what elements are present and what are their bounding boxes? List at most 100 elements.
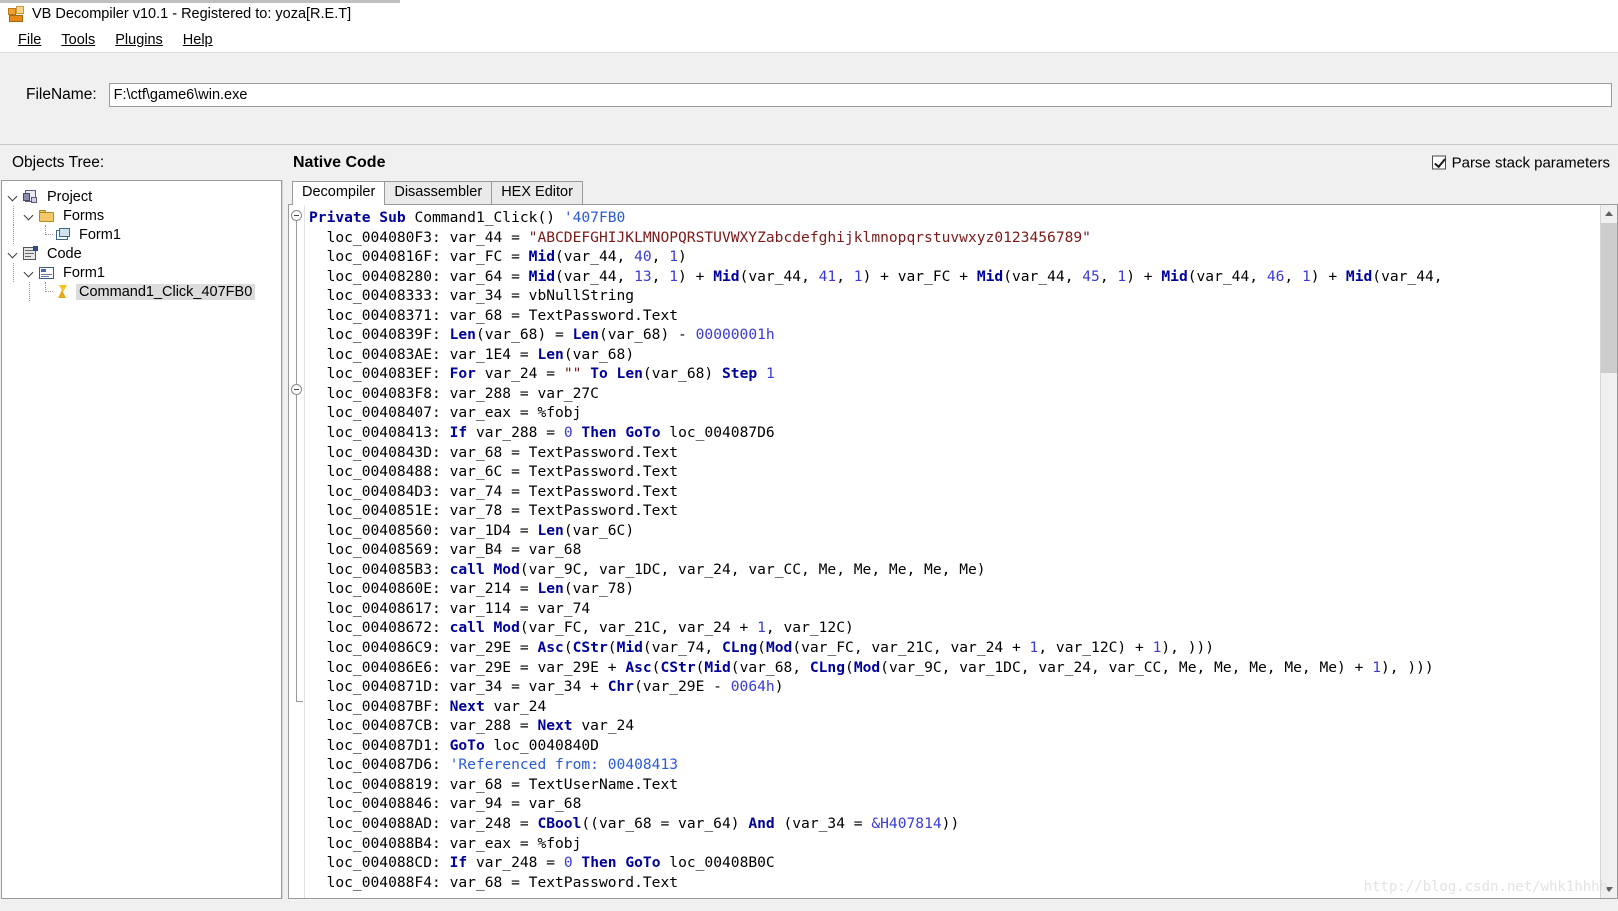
chevron-down-icon[interactable] [22, 206, 38, 225]
code-token: loc_00408371: var_68 = TextPassword.Text [309, 306, 679, 324]
tab-hex-editor[interactable]: HEX Editor [491, 181, 583, 204]
code-token: (var_FC, var_21C, var_24 + [519, 619, 758, 637]
menu-item-plugins[interactable]: Plugins [105, 31, 173, 49]
code-token: 0 [563, 854, 573, 872]
chevron-down-icon[interactable] [6, 244, 22, 263]
tree-node-form1-code[interactable]: Form1 [2, 263, 281, 282]
code-line: loc_00408846: var_94 = var_68 [309, 794, 1617, 814]
code-token: 00000001h [695, 326, 775, 344]
objects-tree-panel[interactable]: Project Forms Form1 Code Form1 Command1_… [1, 180, 282, 899]
code-token: call Mod [449, 560, 520, 578]
code-token: loc_00408280: var_64 = [309, 267, 529, 285]
code-token: Len [537, 345, 564, 363]
menu-item-help[interactable]: Help [173, 31, 223, 49]
parse-stack-parameters-checkbox[interactable]: Parse stack parameters [1431, 154, 1610, 171]
filename-input[interactable]: F:\ctf\game6\win.exe [108, 83, 1612, 107]
code-token: Asc [537, 639, 564, 657]
code-line: loc_0040816F: var_FC = Mid(var_44, 40, 1… [309, 247, 1617, 267]
tab-disassembler[interactable]: Disassembler [384, 181, 493, 204]
code-line: loc_004083AE: var_1E4 = Len(var_68) [309, 345, 1617, 365]
code-token: Chr [607, 678, 635, 696]
code-token: (var_FC, var_21C, var_24 + [792, 639, 1030, 657]
code-token: If [449, 854, 476, 872]
tab-decompiler[interactable]: Decompiler [292, 181, 386, 205]
objects-tree: Project Forms Form1 Code Form1 Command1_… [2, 181, 281, 301]
chevron-down-icon[interactable] [22, 263, 38, 282]
scrollbar-thumb[interactable] [1601, 223, 1617, 373]
code-line: loc_00408371: var_68 = TextPassword.Text [309, 306, 1617, 326]
code-token: loc_00408846: var_94 = var_68 [309, 795, 582, 813]
tree-node-code[interactable]: Code [2, 244, 281, 263]
code-token: loc_004085B3: [309, 560, 450, 578]
code-line: loc_004085B3: call Mod(var_9C, var_1DC, … [309, 560, 1617, 580]
code-line: loc_0040843D: var_68 = TextPassword.Text [309, 443, 1617, 463]
code-token: Asc [625, 658, 652, 676]
vb-decompiler-icon [8, 5, 25, 23]
code-token: CStr [660, 658, 696, 676]
code-token: 41 [818, 267, 837, 285]
code-line: loc_004083F8: var_288 = var_27C [309, 384, 1617, 404]
panel-splitter[interactable] [282, 180, 287, 899]
code-line: loc_0040871D: var_34 = var_34 + Chr(var_… [309, 677, 1617, 697]
code-token: loc_004088F4: var_68 = TextPassword.Text [309, 873, 679, 891]
code-token: (var_29E - [634, 678, 731, 696]
code-token: Mid [616, 639, 643, 657]
tree-node-project[interactable]: Project [2, 187, 281, 206]
code-token: Next [449, 697, 494, 715]
menu-item-tools[interactable]: Tools [51, 31, 105, 49]
code-view[interactable]: Private Sub Command1_Click() '407FB0 loc… [288, 205, 1618, 899]
file-row: FileName: F:\ctf\game6\win.exe [0, 83, 1618, 107]
code-token: loc_004087D6 [669, 424, 775, 442]
code-token: ), ))) [1161, 639, 1215, 657]
code-token: var_248 = [475, 854, 564, 872]
code-token: (var_9C, var_1DC, var_24, var_CC, Me, Me… [880, 658, 1373, 676]
code-token: 1 [669, 267, 679, 285]
code-token: 'Referenced from: 00408413 [449, 756, 679, 774]
code-token: '407FB0 [563, 209, 626, 226]
code-line: loc_004088AD: var_248 = CBool((var_68 = … [309, 814, 1617, 834]
code-token: (var_44, [1003, 267, 1083, 285]
code-token: loc_00408819: var_68 = TextUserName.Text [309, 775, 679, 793]
code-token: CBool [537, 814, 582, 832]
project-icon [22, 189, 40, 205]
tree-node-form1-design[interactable]: Form1 [2, 225, 281, 244]
tree-node-forms[interactable]: Forms [2, 206, 281, 225]
code-token: ( [563, 639, 573, 657]
code-token: Mid [1161, 267, 1188, 285]
code-token: Mid [976, 267, 1004, 285]
code-line: loc_004087CB: var_288 = Next var_24 [309, 716, 1617, 736]
code-icon [22, 245, 40, 262]
code-line: loc_0040860E: var_214 = Len(var_78) [309, 579, 1617, 599]
code-token: ) + [1126, 267, 1162, 285]
title-bar-top-strip [0, 0, 400, 3]
code-lines[interactable]: Private Sub Command1_Click() '407FB0 loc… [305, 205, 1617, 898]
code-token: ( [757, 639, 766, 657]
app-window: VB Decompiler v10.1 - Registered to: yoz… [0, 0, 1618, 911]
code-token: And [748, 814, 784, 832]
tree-node-command1-click[interactable]: Command1_Click_407FB0 [2, 282, 281, 301]
code-token: 1 [1372, 658, 1381, 676]
code-token: loc_0040871D: var_34 = var_34 + [309, 678, 608, 696]
scroll-down-button[interactable] [1601, 881, 1617, 898]
checkbox-box-icon [1431, 155, 1446, 170]
scroll-up-button[interactable] [1601, 205, 1617, 222]
code-line: loc_00408617: var_114 = var_74 [309, 599, 1617, 619]
bolt-icon [54, 284, 72, 300]
window-title: VB Decompiler v10.1 - Registered to: yoz… [32, 6, 352, 22]
fold-gutter[interactable] [289, 205, 305, 898]
code-token: (var_44, [1372, 267, 1443, 285]
code-line: loc_004088F4: var_68 = TextPassword.Text [309, 873, 1617, 893]
code-line: loc_004086C9: var_29E = Asc(CStr(Mid(var… [309, 638, 1617, 658]
code-line: loc_00408280: var_64 = Mid(var_44, 13, 1… [309, 267, 1617, 287]
code-vertical-scrollbar[interactable] [1600, 205, 1617, 898]
menu-plugins-label: Plugins [115, 32, 163, 48]
tab-strip: Decompiler Disassembler HEX Editor [288, 180, 1618, 205]
chevron-down-icon[interactable] [6, 187, 22, 206]
fold-range-line [296, 395, 297, 701]
menu-item-file[interactable]: File [8, 31, 51, 49]
code-token: 45 [1082, 267, 1100, 285]
code-token: (var_34 = [783, 814, 872, 832]
title-bar: VB Decompiler v10.1 - Registered to: yoz… [0, 0, 1618, 28]
code-token: Mod [765, 639, 793, 657]
code-token: CStr [572, 639, 608, 657]
